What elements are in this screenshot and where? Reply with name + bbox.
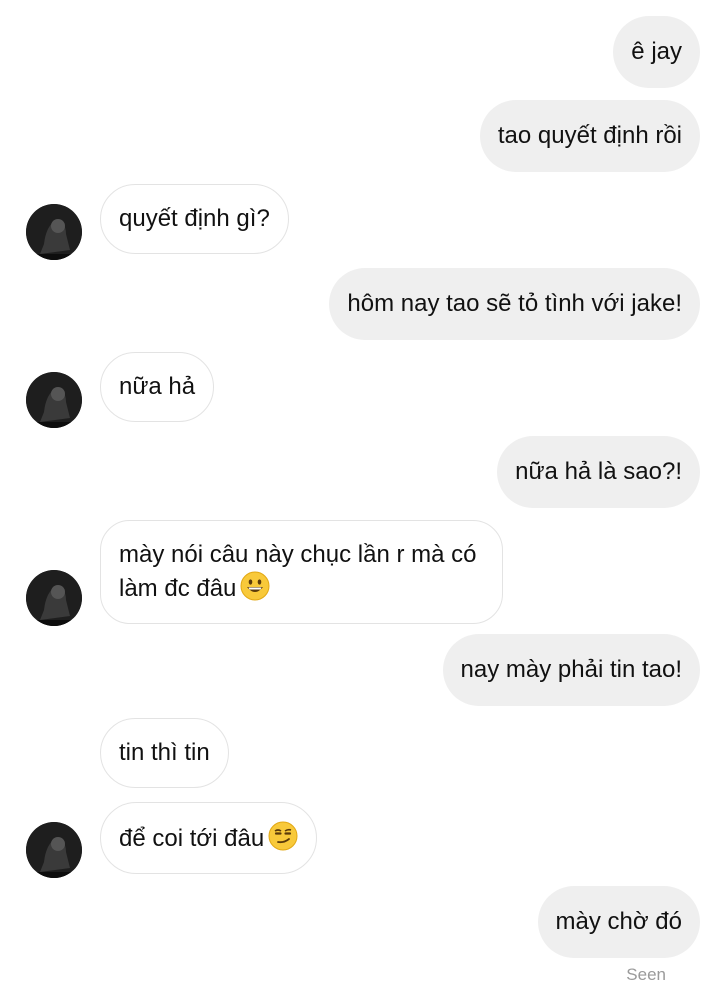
contact-avatar[interactable]: [26, 372, 82, 428]
message-bubble-incoming[interactable]: để coi tới đâu: [100, 802, 318, 874]
message-text: nữa hả: [119, 373, 196, 400]
message-bubble-incoming[interactable]: mày nói câu này chục lần r mà có làm đc …: [100, 520, 503, 624]
contact-avatar[interactable]: [26, 204, 82, 260]
message-text: mày nói câu này chục lần r mà có làm đc …: [119, 541, 477, 602]
message-text: nay mày phải tin tao!: [460, 656, 682, 683]
seen-status: Seen: [626, 965, 666, 984]
contact-avatar[interactable]: [26, 570, 82, 626]
message-text: tao quyết định rồi: [497, 122, 682, 149]
message-bubble-outgoing[interactable]: ê jay: [613, 16, 700, 88]
contact-avatar[interactable]: [26, 822, 82, 878]
message-text: tin thì tin: [119, 739, 210, 766]
message-bubble-incoming[interactable]: nữa hả: [100, 352, 215, 422]
message-text: ê jay: [631, 38, 682, 65]
message-bubble-outgoing[interactable]: nay mày phải tin tao!: [442, 634, 700, 706]
grinning-face-emoji-icon: [240, 571, 270, 601]
message-text: quyết định gì?: [119, 205, 270, 232]
message-bubble-outgoing[interactable]: tao quyết định rồi: [479, 100, 700, 172]
message-text: để coi tới đâu: [119, 825, 265, 852]
message-bubble-outgoing[interactable]: nữa hả là sao?!: [497, 436, 700, 508]
message-bubble-incoming[interactable]: tin thì tin: [100, 718, 229, 788]
message-text: nữa hả là sao?!: [515, 458, 682, 485]
message-bubble-incoming[interactable]: quyết định gì?: [100, 184, 289, 254]
message-text: mày chờ đó: [555, 908, 682, 935]
message-text: hôm nay tao sẽ tỏ tình với jake!: [347, 290, 682, 317]
message-bubble-outgoing[interactable]: mày chờ đó: [537, 886, 700, 958]
message-bubble-outgoing[interactable]: hôm nay tao sẽ tỏ tình với jake!: [329, 268, 700, 340]
smirking-face-emoji-icon: [268, 821, 298, 851]
